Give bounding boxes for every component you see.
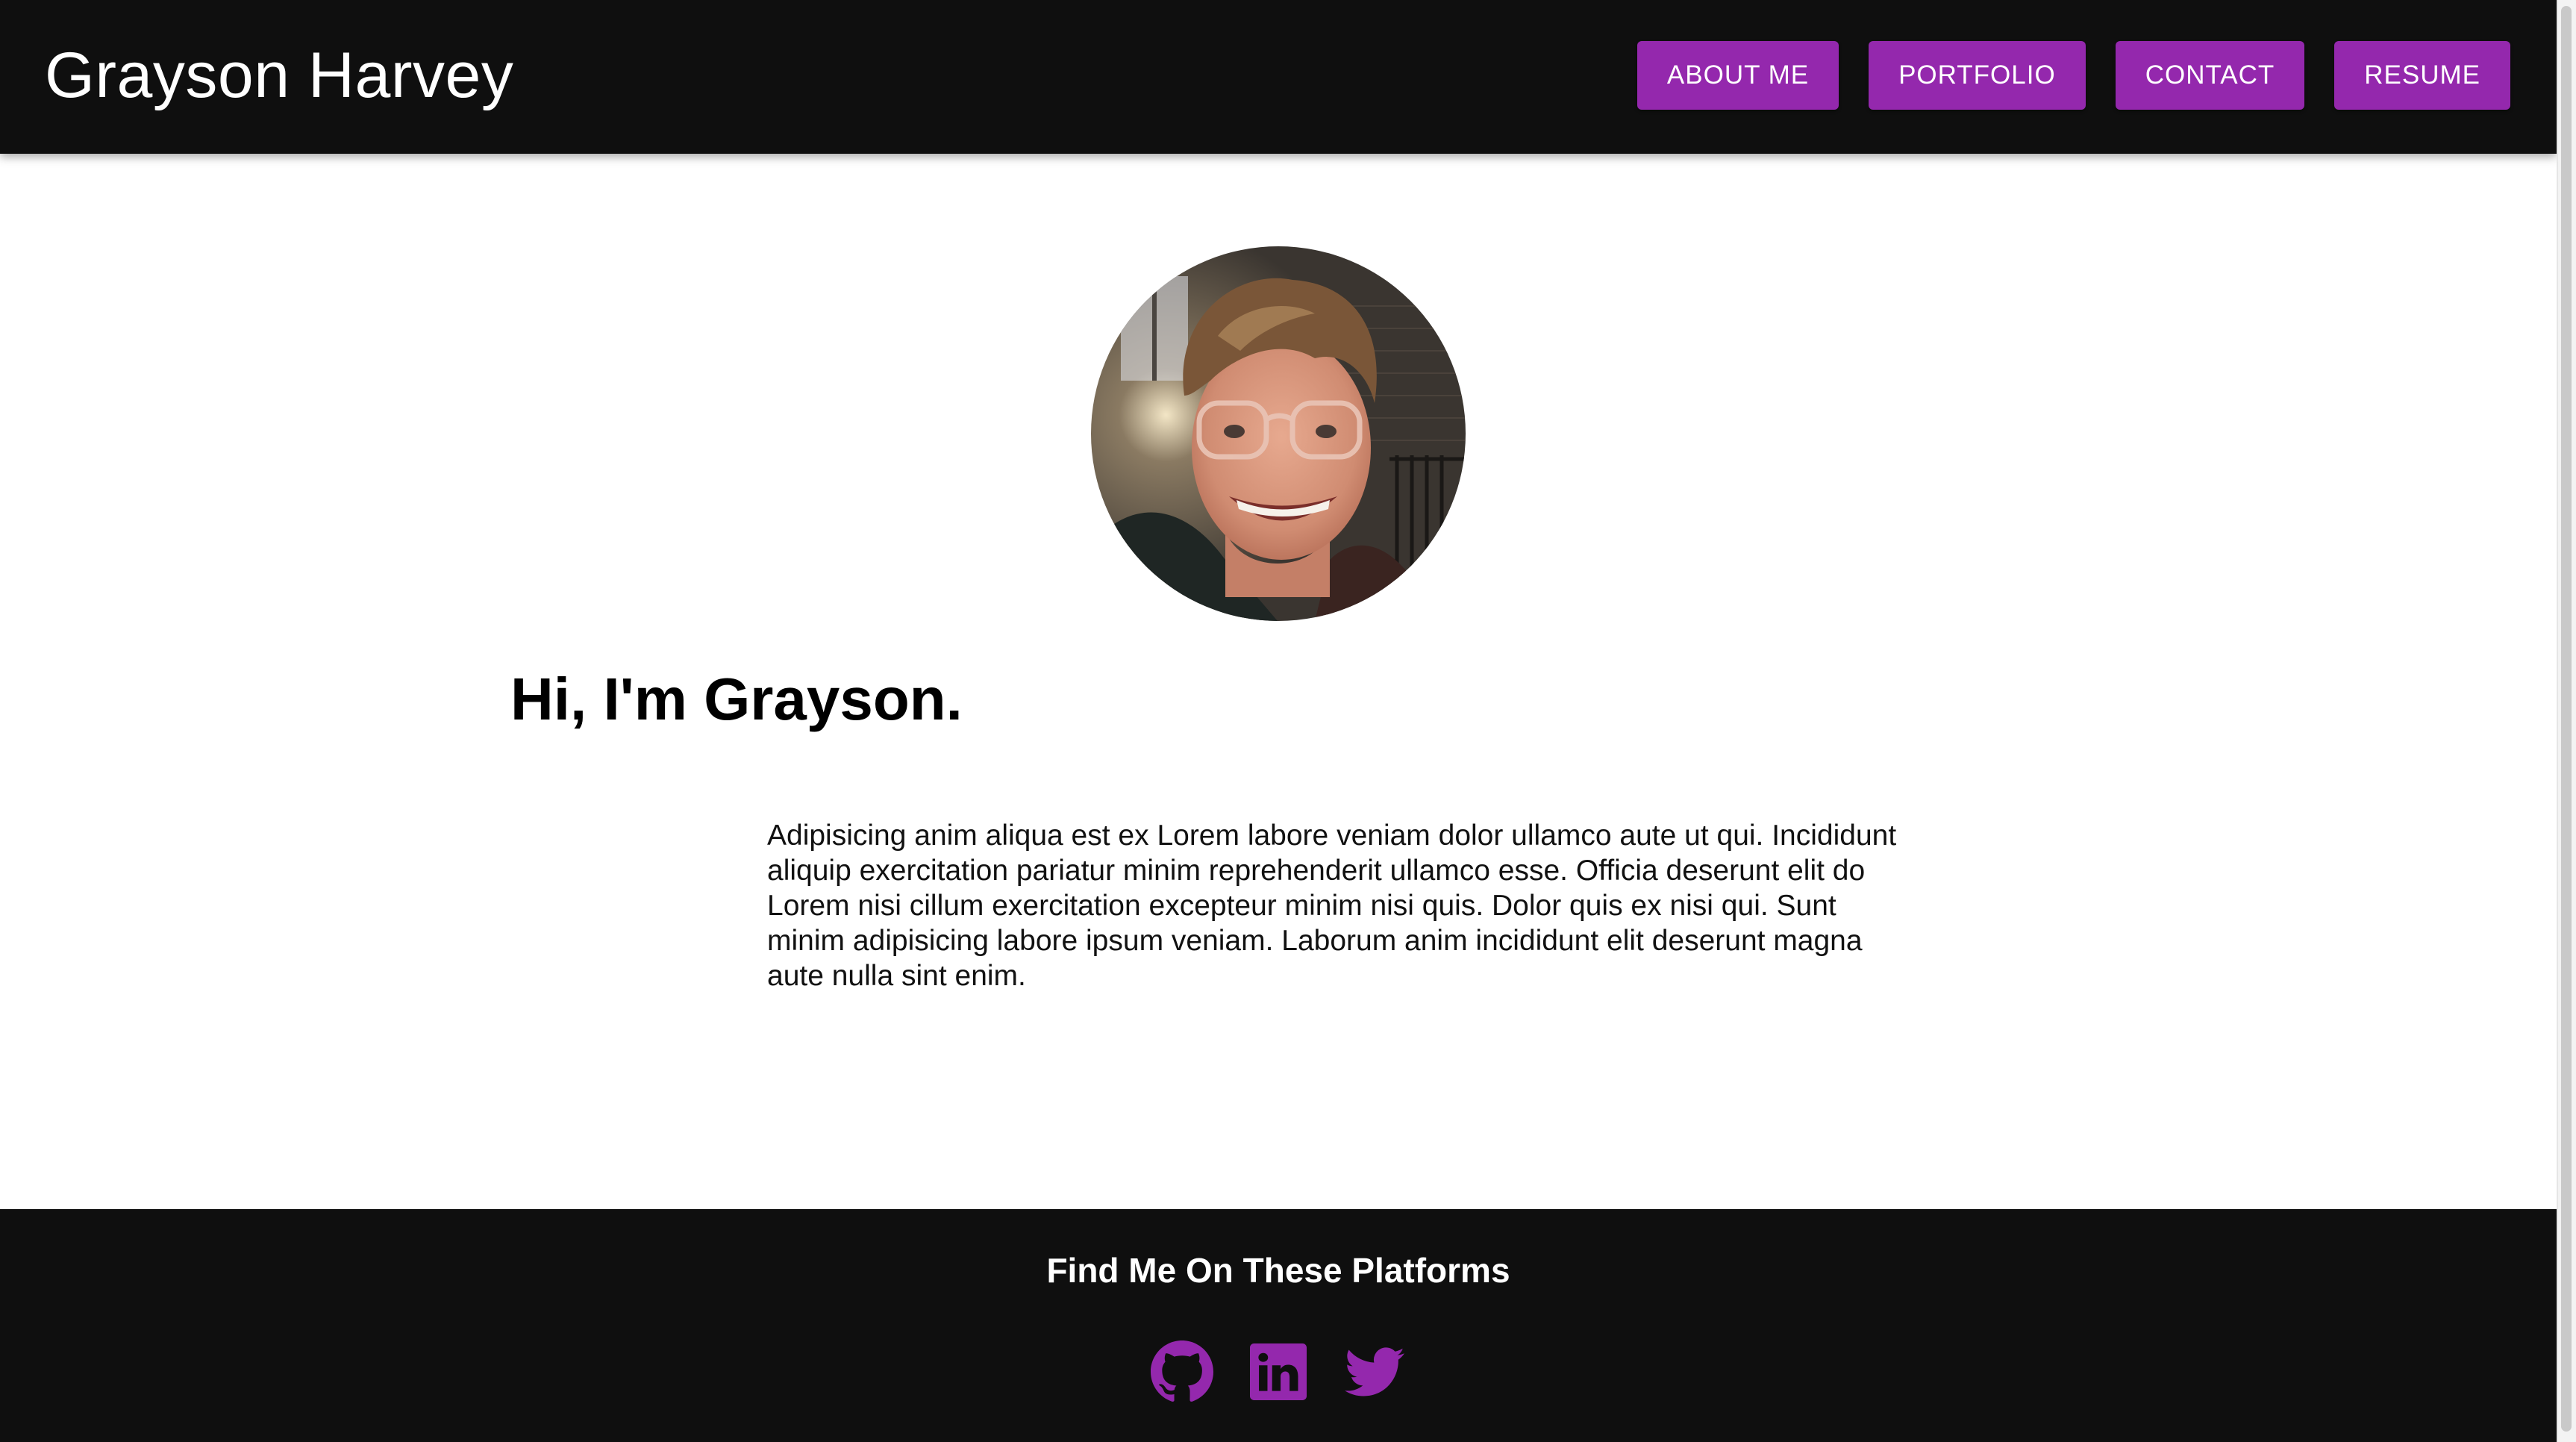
social-links bbox=[0, 1340, 2557, 1403]
page: Grayson Harvey ABOUT ME PORTFOLIO CONTAC… bbox=[0, 0, 2576, 1442]
portfolio-button[interactable]: PORTFOLIO bbox=[1869, 41, 2086, 110]
hero-heading: Hi, I'm Grayson. bbox=[510, 666, 963, 732]
navbar: Grayson Harvey ABOUT ME PORTFOLIO CONTAC… bbox=[0, 0, 2557, 154]
site-brand[interactable]: Grayson Harvey bbox=[45, 34, 513, 116]
scrollbar[interactable] bbox=[2557, 0, 2576, 1442]
contact-button[interactable]: CONTACT bbox=[2115, 41, 2305, 110]
scrollbar-thumb[interactable] bbox=[2561, 6, 2572, 1432]
profile-avatar bbox=[1091, 246, 1466, 621]
bio-paragraph: Adipisicing anim aliqua est ex Lorem lab… bbox=[767, 820, 1897, 992]
footer: Find Me On These Platforms bbox=[0, 1209, 2557, 1442]
nav-menu: ABOUT ME PORTFOLIO CONTACT RESUME bbox=[1636, 41, 2510, 110]
footer-title: Find Me On These Platforms bbox=[1046, 1251, 1510, 1290]
resume-button[interactable]: RESUME bbox=[2334, 41, 2510, 110]
about-me-button[interactable]: ABOUT ME bbox=[1636, 41, 1839, 110]
twitter-icon[interactable] bbox=[1343, 1340, 1406, 1403]
github-icon[interactable] bbox=[1151, 1340, 1213, 1403]
profile-photo bbox=[1091, 246, 1466, 621]
linkedin-icon[interactable] bbox=[1247, 1340, 1310, 1403]
